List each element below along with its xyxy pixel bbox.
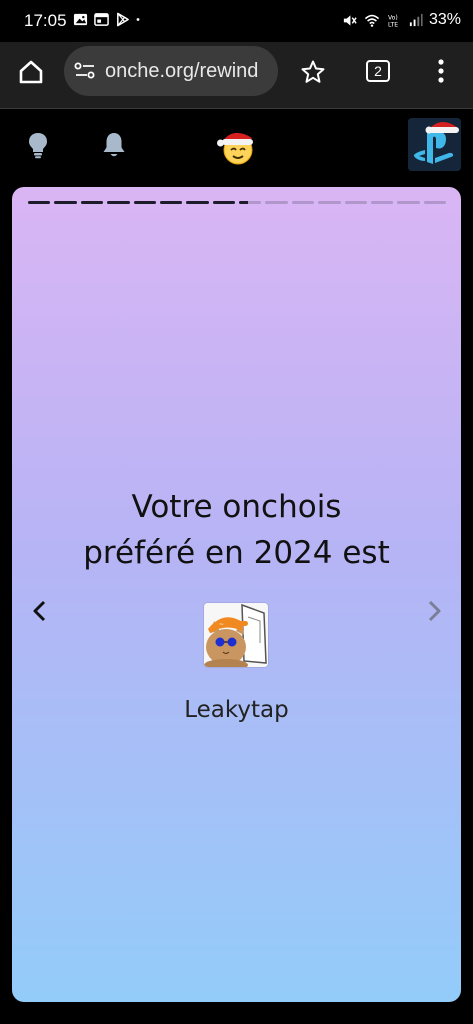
progress-segment <box>423 201 446 204</box>
progress-segment-fill <box>133 201 156 204</box>
progress-segment <box>212 201 235 204</box>
progress-segment-fill <box>212 201 235 204</box>
story-heading-line-1: Votre onchois <box>131 489 342 525</box>
home-icon[interactable] <box>17 58 45 86</box>
previous-arrow-icon[interactable] <box>30 599 50 623</box>
rewind-story-card[interactable]: Votre onchois préféré en 2024 est ~ Leak… <box>12 187 461 1002</box>
svg-text:~: ~ <box>219 621 224 628</box>
progress-segment-fill <box>54 201 77 204</box>
progress-segment <box>80 201 104 204</box>
lightbulb-icon[interactable] <box>26 131 50 159</box>
progress-segment <box>370 201 394 204</box>
play-store-icon <box>117 12 129 27</box>
mute-icon <box>343 14 357 26</box>
bell-icon[interactable] <box>101 131 127 159</box>
favorite-username[interactable]: Leakytap <box>12 697 461 723</box>
progress-segment <box>159 201 183 204</box>
status-bar: 17:05 Vo) LTE 33% <box>0 0 473 42</box>
calendar-icon <box>94 13 109 26</box>
next-arrow-icon[interactable] <box>424 599 444 623</box>
progress-segment <box>239 201 262 204</box>
bottom-area <box>0 1002 473 1024</box>
story-heading: Votre onchois préféré en 2024 est <box>12 484 461 576</box>
status-system-icons: Vo) LTE 33% <box>342 11 461 29</box>
progress-segment-fill <box>159 201 183 204</box>
progress-segment-fill <box>28 201 51 204</box>
progress-segment-fill <box>107 201 130 204</box>
more-menu-icon[interactable] <box>434 58 448 86</box>
progress-segment <box>265 201 288 204</box>
story-heading-line-2: préféré en 2024 est <box>83 535 390 571</box>
browser-toolbar: onche.org/rewind 2 <box>0 42 473 108</box>
status-time: 17:05 <box>24 11 67 30</box>
progress-segment <box>186 201 209 204</box>
battery-percent: 33% <box>428 11 461 28</box>
progress-segment <box>291 201 315 204</box>
gallery-icon <box>73 13 88 26</box>
status-notification-icons <box>73 12 144 27</box>
progress-segment <box>107 201 130 204</box>
story-progress-bar <box>28 201 446 205</box>
progress-segment-fill <box>80 201 104 204</box>
progress-segment <box>344 201 367 204</box>
playstation-logo-icon <box>408 118 461 171</box>
address-bar[interactable]: onche.org/rewind <box>64 46 278 96</box>
url-text: onche.org/rewind <box>105 60 259 82</box>
user-avatar[interactable] <box>408 118 461 171</box>
wifi-icon <box>364 14 380 27</box>
bookmark-star-icon[interactable] <box>300 59 326 85</box>
santa-smiley-logo[interactable] <box>215 126 259 166</box>
progress-segment <box>318 201 341 204</box>
progress-segment-fill <box>186 201 209 204</box>
svg-text:Vo): Vo) <box>388 14 398 21</box>
progress-segment <box>28 201 51 204</box>
site-header <box>0 109 473 184</box>
progress-segment-fill <box>239 201 248 204</box>
progress-segment <box>54 201 77 204</box>
dot-icon <box>136 18 140 21</box>
svg-text:LTE: LTE <box>388 21 398 27</box>
progress-segment <box>133 201 156 204</box>
tab-switcher-button[interactable]: 2 <box>366 60 390 82</box>
progress-segment <box>397 201 420 204</box>
cat-avatar-image: ~ <box>204 603 268 667</box>
site-settings-icon[interactable] <box>74 62 96 80</box>
favorite-user-avatar: ~ <box>204 603 268 667</box>
signal-icon <box>409 13 423 26</box>
volte-icon: Vo) LTE <box>388 14 398 27</box>
